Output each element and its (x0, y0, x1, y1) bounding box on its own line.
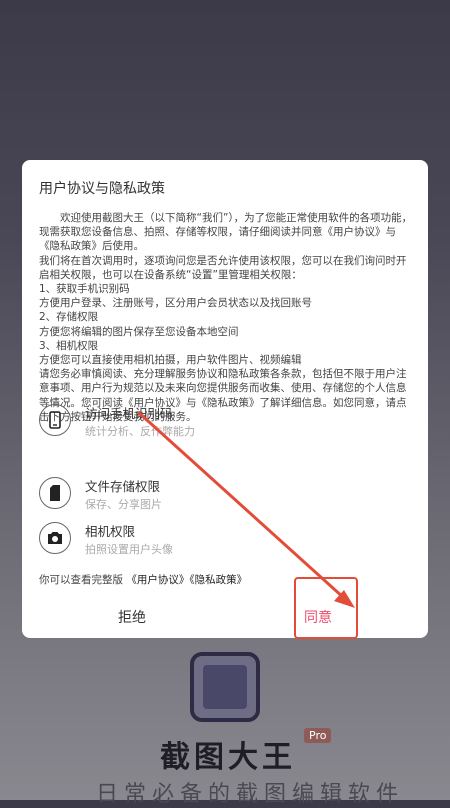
privacy-dialog: 用户协议与隐私政策 欢迎使用截图大王（以下简称“我们”），为了您能正常使用软件的… (22, 160, 428, 638)
body-paragraph: 2、存储权限 (39, 311, 99, 324)
body-paragraph: 方便用户登录、注册账号，区分用户会员状态以及找回账号 (39, 297, 312, 310)
sd-card-icon (39, 477, 71, 509)
phone-icon (39, 404, 71, 436)
permission-storage: 文件存储权限 保存、分享图片 (39, 477, 399, 513)
permission-camera: 相机权限 拍照设置用户头像 (39, 522, 399, 558)
app-brand-name: 截图大王 (160, 740, 296, 775)
body-paragraph: 3、相机权限 (39, 339, 99, 352)
permission-desc: 统计分析、反作弊能力 (85, 425, 195, 438)
links-prefix: 你可以查看完整版 (39, 574, 123, 586)
policy-links: 你可以查看完整版 《用户协议》《隐私政策》 (39, 572, 247, 587)
dialog-body: 欢迎使用截图大王（以下简称“我们”），为了您能正常使用软件的各项功能，现需获取您… (39, 211, 413, 424)
pro-badge: Pro (304, 728, 332, 743)
dialog-title: 用户协议与隐私政策 (39, 181, 165, 197)
body-paragraph: 1、获取手机识别码 (39, 283, 130, 296)
permission-phone-id: 访问手机识别码 统计分析、反作弊能力 (39, 404, 399, 440)
body-paragraph: 方便您可以直接使用相机拍摄，用户软件图片、视频编辑 (39, 354, 302, 367)
permission-desc: 拍照设置用户头像 (85, 543, 173, 556)
annotation-highlight-box (294, 577, 358, 639)
app-slogan: 日常必备的截图编辑软件 (96, 782, 405, 807)
user-agreement-link[interactable]: 《用户协议》 (126, 574, 189, 586)
reject-button[interactable]: 拒绝 (118, 607, 146, 627)
permission-name: 访问手机识别码 (85, 406, 173, 421)
privacy-policy-link[interactable]: 《隐私政策》 (189, 574, 247, 586)
app-logo (190, 652, 260, 722)
permission-desc: 保存、分享图片 (85, 498, 162, 511)
camera-icon (39, 522, 71, 554)
permission-name: 相机权限 (85, 524, 136, 539)
body-paragraph: 我们将在首次调用时，逐项询问您是否允许使用该权限，您可以在我们询问时开启相关权限… (39, 254, 407, 281)
body-paragraph: 方便您将编辑的图片保存至您设备本地空间 (39, 325, 239, 338)
permission-name: 文件存储权限 (85, 479, 161, 494)
body-paragraph: 欢迎使用截图大王（以下简称“我们”），为了您能正常使用软件的各项功能，现需获取您… (39, 212, 413, 253)
